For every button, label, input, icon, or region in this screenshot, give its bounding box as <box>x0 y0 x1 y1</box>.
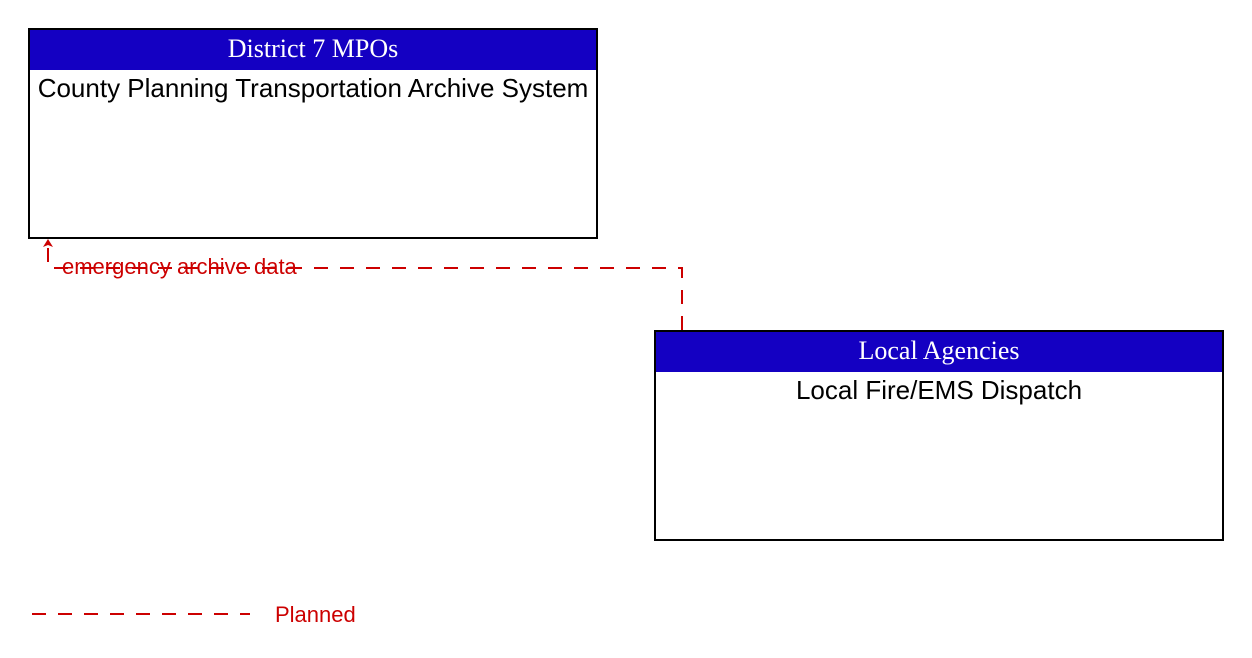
legend-planned-label: Planned <box>275 602 356 628</box>
entity-body-bottom: Local Fire/EMS Dispatch <box>656 372 1222 410</box>
diagram-canvas: District 7 MPOs County Planning Transpor… <box>0 0 1252 658</box>
entity-district7-mpos: District 7 MPOs County Planning Transpor… <box>28 28 598 239</box>
entity-local-agencies: Local Agencies Local Fire/EMS Dispatch <box>654 330 1224 541</box>
entity-header-bottom: Local Agencies <box>656 332 1222 372</box>
flow-label-emergency-archive-data: emergency archive data <box>62 254 297 280</box>
entity-body-top: County Planning Transportation Archive S… <box>30 70 596 108</box>
entity-header-top: District 7 MPOs <box>30 30 596 70</box>
